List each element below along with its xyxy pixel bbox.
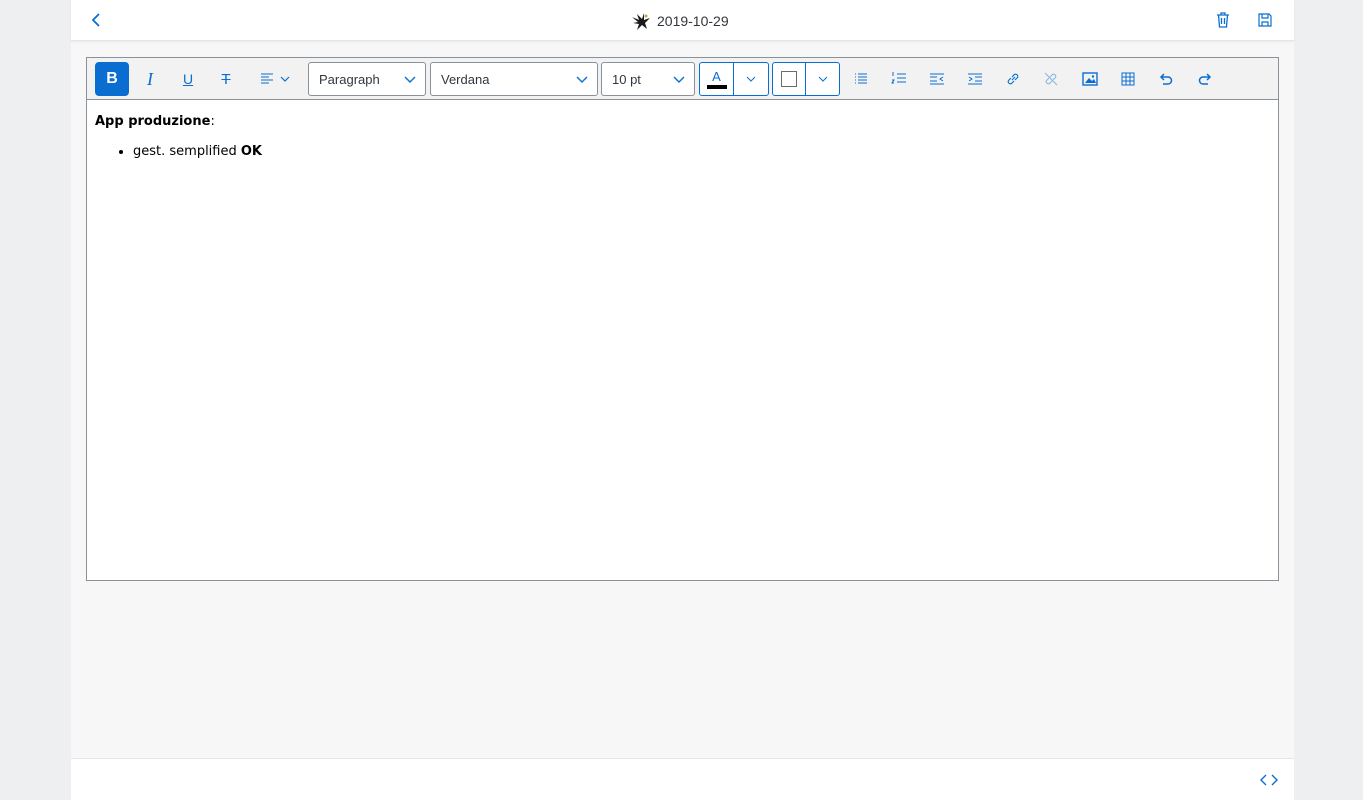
font-size-value: 10 pt	[612, 71, 641, 87]
editor-content[interactable]: App produzione: gest. semplified OK	[95, 114, 1265, 162]
numbered-list-icon	[891, 72, 906, 84]
content-heading-line: App produzione:	[95, 114, 1265, 132]
back-button[interactable]	[85, 8, 107, 32]
chevron-down-icon	[404, 76, 416, 83]
app-page: 2019-10-29 B I U T Paragraph Verdana 10 …	[71, 0, 1294, 800]
insert-link-button[interactable]	[998, 62, 1028, 96]
image-icon	[1082, 72, 1098, 86]
outdent-button[interactable]	[922, 62, 952, 96]
paragraph-format-select[interactable]: Paragraph	[308, 62, 426, 96]
align-left-icon	[260, 73, 273, 84]
table-icon	[1121, 72, 1135, 86]
chevron-down-icon	[746, 76, 756, 82]
delete-button[interactable]	[1213, 9, 1233, 31]
chevron-down-icon	[280, 76, 289, 82]
undo-button[interactable]	[1151, 62, 1181, 96]
chevron-down-icon	[673, 76, 685, 83]
font-family-select[interactable]: Verdana	[430, 62, 598, 96]
insert-table-button[interactable]	[1113, 62, 1143, 96]
trash-icon	[1217, 12, 1229, 28]
chevron-down-icon	[818, 76, 827, 82]
indent-icon	[968, 73, 982, 85]
text-color-split-button: A	[699, 62, 769, 96]
italic-button[interactable]: I	[135, 62, 165, 96]
content-bullet-list: gest. semplified OK	[95, 144, 1265, 162]
italic-label: I	[147, 68, 153, 89]
strikethrough-label: T	[221, 70, 231, 88]
save-button[interactable]	[1255, 9, 1275, 31]
paragraph-format-value: Paragraph	[319, 71, 380, 87]
text-color-label: A	[712, 68, 721, 84]
strikethrough-button[interactable]: T	[211, 62, 241, 96]
font-size-select[interactable]: 10 pt	[601, 62, 695, 96]
link-icon	[1007, 73, 1019, 85]
header-bar: 2019-10-29	[71, 0, 1294, 41]
unlink-icon	[1044, 72, 1058, 86]
undo-icon	[1159, 73, 1173, 85]
chevron-down-icon	[576, 76, 588, 83]
editor-toolbar: B I U T Paragraph Verdana 10 pt A	[87, 58, 1278, 100]
list-item-text: gest. semplified	[133, 144, 241, 159]
chevron-left-icon	[91, 13, 100, 27]
underline-button[interactable]: U	[173, 62, 203, 96]
save-icon	[1258, 13, 1272, 27]
code-toggle-icon	[1260, 774, 1278, 786]
code-toggle-button[interactable]	[1257, 769, 1281, 791]
bullet-list-icon	[855, 73, 867, 84]
rich-text-editor[interactable]: B I U T Paragraph Verdana 10 pt A App pr…	[86, 57, 1279, 581]
numbered-list-button[interactable]	[884, 62, 914, 96]
background-color-split-button	[772, 62, 840, 96]
redo-icon	[1198, 73, 1212, 85]
text-color-menu-button[interactable]	[734, 63, 768, 95]
page-title-group: 2019-10-29	[631, 10, 729, 32]
content-heading-rest: :	[210, 114, 215, 129]
font-family-value: Verdana	[441, 71, 490, 87]
bold-label: B	[106, 70, 118, 87]
background-color-menu-button[interactable]	[806, 63, 839, 95]
footer-bar	[71, 758, 1294, 800]
underline-label: U	[182, 71, 194, 87]
list-item-bold: OK	[240, 144, 262, 159]
text-color-button[interactable]: A	[700, 63, 734, 95]
text-color-swatch	[706, 84, 727, 89]
list-item: gest. semplified OK	[133, 144, 1265, 162]
bullet-list-button[interactable]	[846, 62, 876, 96]
redo-button[interactable]	[1190, 62, 1220, 96]
bold-button[interactable]: B	[95, 62, 129, 96]
indent-button[interactable]	[960, 62, 990, 96]
outdent-icon	[930, 73, 944, 85]
eagle-logo-icon	[632, 13, 650, 30]
insert-image-button[interactable]	[1075, 62, 1105, 96]
align-dropdown[interactable]	[253, 62, 297, 96]
background-color-button[interactable]	[773, 63, 807, 95]
remove-link-button[interactable]	[1036, 62, 1066, 96]
background-color-swatch	[781, 71, 797, 87]
page-title: 2019-10-29	[657, 13, 729, 29]
content-heading-bold: App produzione	[95, 114, 211, 129]
